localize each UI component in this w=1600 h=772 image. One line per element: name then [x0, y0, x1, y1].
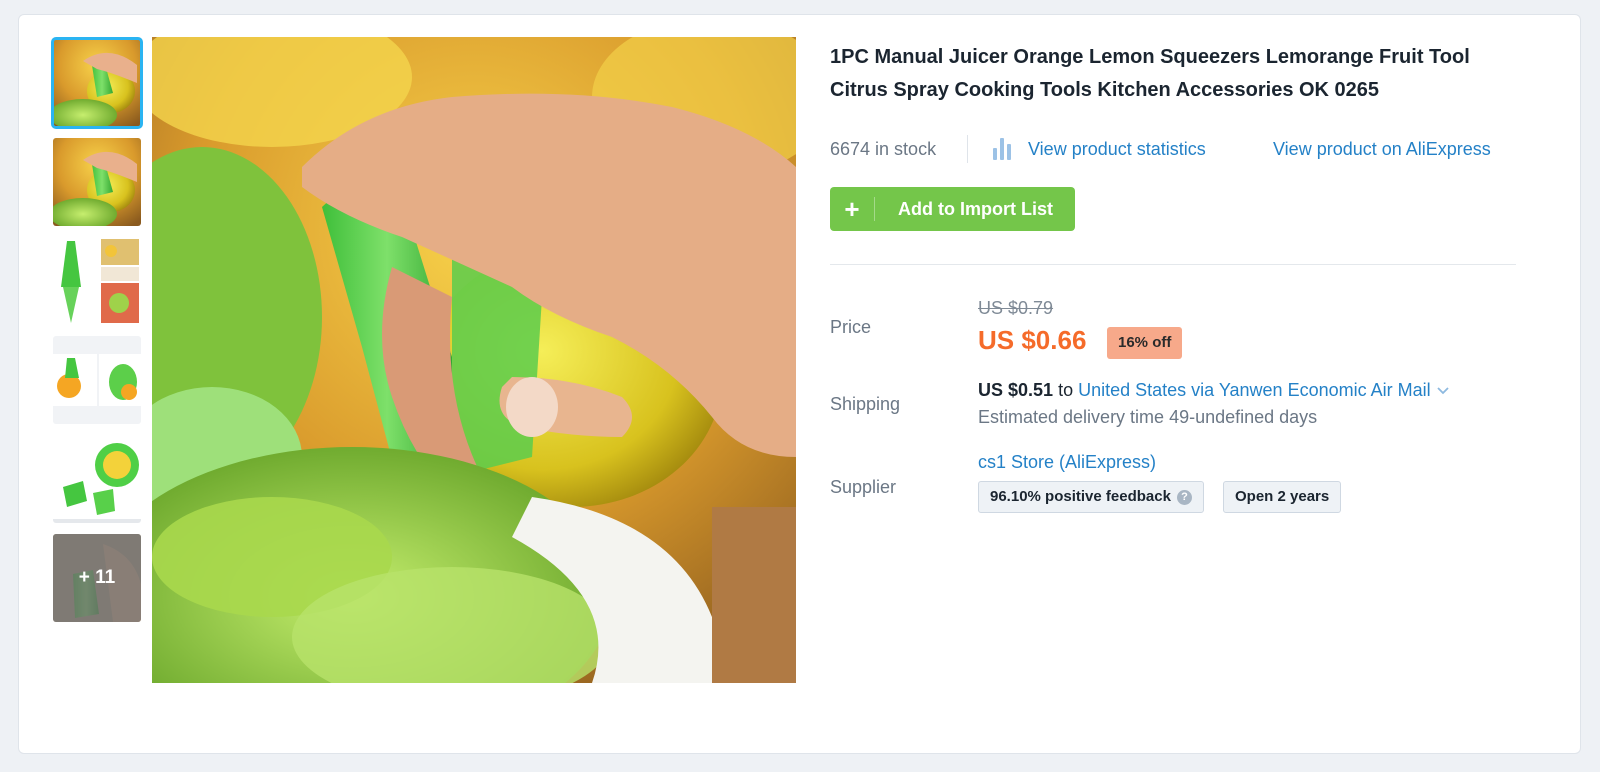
meta-divider: [967, 135, 968, 163]
stock-count: 6674 in stock: [830, 139, 937, 159]
shipping-price: US $0.51: [978, 380, 1054, 400]
thumbnail-5[interactable]: [53, 435, 141, 523]
shipping-label: Shipping: [830, 394, 901, 414]
delivery-estimate: Estimated delivery time 49-undefined day…: [978, 407, 1318, 427]
supplier-label: Supplier: [830, 477, 897, 497]
store-link[interactable]: cs1 Store (AliExpress): [978, 452, 1156, 473]
add-to-import-list-label: Add to Import List: [898, 199, 1053, 219]
thumbnail-1[interactable]: [51, 37, 143, 129]
discount-badge: 16% off: [1107, 327, 1183, 359]
view-statistics-link[interactable]: View product statistics: [1028, 139, 1206, 160]
thumbnail-3[interactable]: [53, 237, 141, 325]
product-meta-row: 6674 in stock View product statistics Vi…: [830, 135, 1530, 163]
chevron-down-icon: [1436, 387, 1449, 395]
product-card: + 11 1PC Manual Juicer Orange Lemon Sque…: [18, 14, 1581, 754]
product-title: 1PC Manual Juicer Orange Lemon Squeezers…: [830, 46, 1470, 101]
question-icon[interactable]: ?: [1176, 489, 1192, 505]
store-age-badge: Open 2 years: [1223, 481, 1342, 513]
thumbnail-more[interactable]: + 11: [53, 534, 141, 622]
shipping-method-dropdown[interactable]: United States via Yanwen Economic Air Ma…: [1078, 380, 1449, 400]
thumbnail-4[interactable]: [53, 336, 141, 424]
button-separator: [874, 197, 875, 221]
feedback-text: 96.10% positive feedback: [990, 488, 1171, 505]
shipping-method-label: United States via Yanwen Economic Air Ma…: [1078, 380, 1431, 400]
thumbnail-image: [53, 138, 141, 226]
more-images-count: + 11: [53, 534, 141, 622]
view-on-aliexpress-link[interactable]: View product on AliExpress: [1273, 139, 1491, 160]
feedback-badge: 96.10% positive feedback?: [978, 481, 1204, 513]
price-label: Price: [830, 317, 872, 337]
plus-icon: +: [844, 193, 860, 224]
main-product-image[interactable]: [152, 37, 796, 683]
thumbnail-image: [53, 237, 141, 325]
bar-chart-icon: [993, 138, 1011, 160]
original-price: US $0.79: [978, 298, 1054, 318]
shipping-to: to: [1058, 380, 1074, 400]
thumbnail-image: [53, 39, 141, 127]
shipping-info: US $0.51 to United States via Yanwen Eco…: [978, 380, 1449, 401]
add-to-import-list-button[interactable]: + Add to Import List: [830, 187, 1075, 231]
thumbnail-image: [53, 336, 141, 424]
current-price: US $0.66: [978, 325, 1087, 355]
product-photo: [152, 37, 796, 683]
section-divider: [830, 264, 1516, 265]
thumbnail-2[interactable]: [53, 138, 141, 226]
thumbnail-image: [53, 435, 141, 523]
